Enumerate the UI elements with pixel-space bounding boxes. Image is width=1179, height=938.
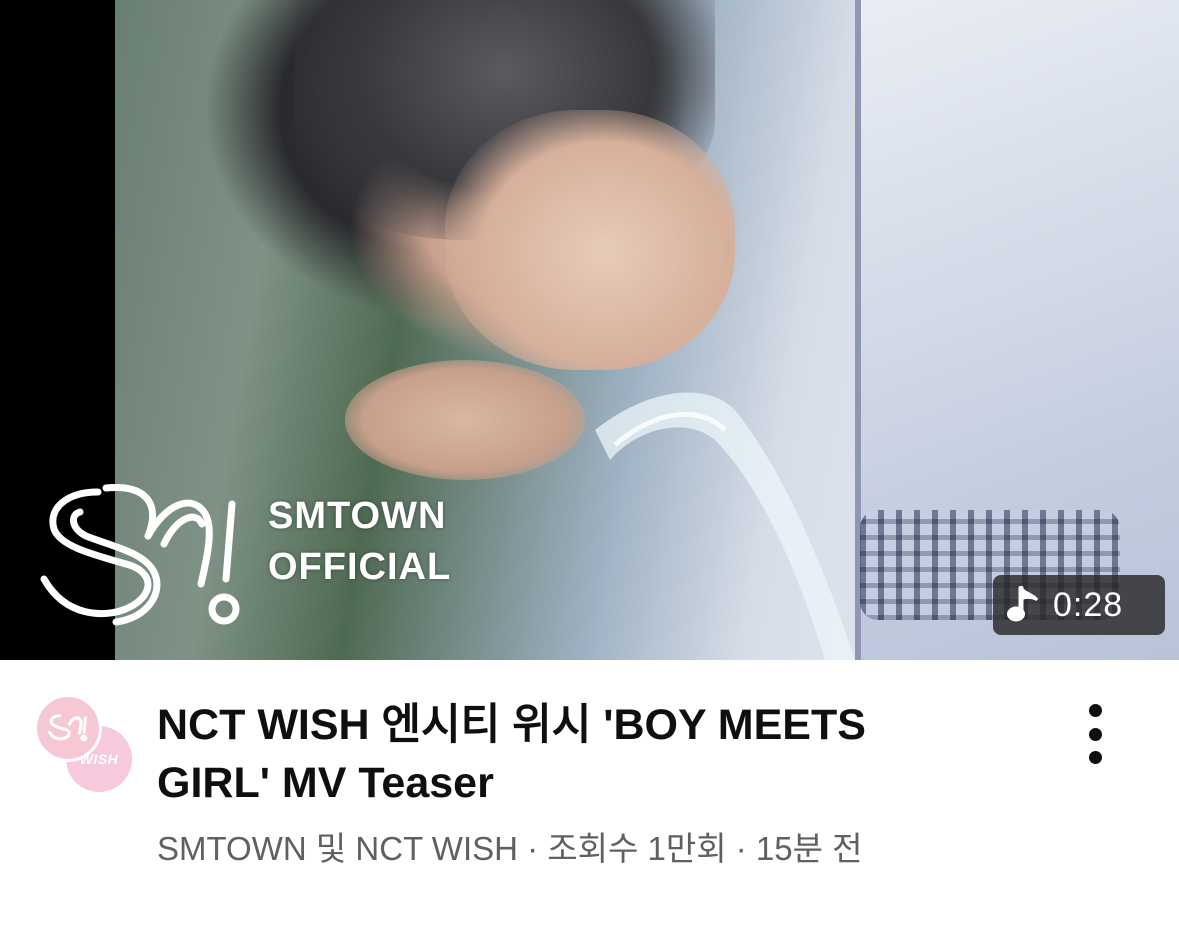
- more-vertical-icon[interactable]: [1075, 704, 1115, 764]
- thumbnail-photo: [115, 0, 1179, 660]
- thumbnail-face: [445, 110, 735, 370]
- more-dot: [1088, 704, 1102, 717]
- more-dot: [1088, 727, 1102, 741]
- sm-logo-icon: [48, 714, 88, 742]
- brand-text-official: OFFICIAL: [268, 546, 452, 588]
- thumbnail-hand: [345, 360, 585, 480]
- sm-logo-icon: [40, 484, 240, 626]
- video-meta[interactable]: SMTOWN 및 NCT WISH · 조회수 1만회 · 15분 전: [157, 822, 863, 870]
- avatar-smtown[interactable]: [34, 694, 102, 762]
- duration-badge: 0:28: [993, 575, 1165, 635]
- duration-text: 0:28: [1053, 585, 1124, 624]
- more-dot: [1088, 751, 1102, 764]
- music-note-icon: [1007, 586, 1039, 622]
- video-title[interactable]: NCT WISH 엔시티 위시 'BOY MEETS GIRL' MV Teas…: [157, 696, 957, 812]
- channel-avatar-group[interactable]: WISH: [34, 694, 134, 794]
- thumbnail-water-stream: [595, 392, 855, 660]
- video-thumbnail[interactable]: SMTOWN OFFICIAL 0:28: [0, 0, 1179, 660]
- brand-text-smtown: SMTOWN: [268, 495, 447, 537]
